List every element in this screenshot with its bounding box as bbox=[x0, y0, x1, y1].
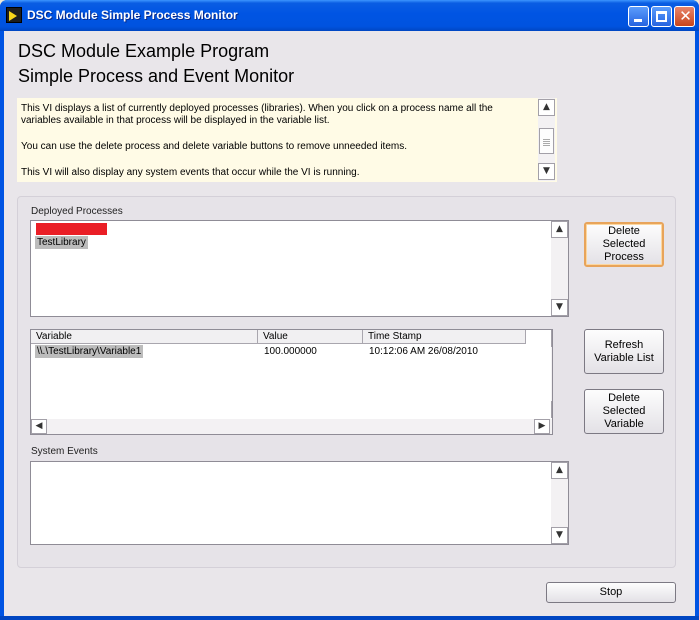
minimize-icon bbox=[634, 19, 642, 22]
maximize-icon bbox=[656, 11, 667, 22]
system-events-textbox[interactable]: ▲ ▼ bbox=[30, 461, 569, 545]
value-cell: 100.000000 bbox=[264, 346, 317, 357]
variables-horizontal-scrollbar[interactable]: ◀ ▶ bbox=[31, 419, 552, 434]
scroll-down-icon[interactable]: ▼ bbox=[538, 163, 555, 180]
refresh-variable-list-button[interactable]: Refresh Variable List bbox=[584, 329, 664, 374]
description-textbox[interactable]: This VI displays a list of currently dep… bbox=[17, 98, 557, 182]
scroll-left-icon[interactable]: ◀ bbox=[31, 419, 47, 434]
window-title: DSC Module Simple Process Monitor bbox=[27, 8, 238, 22]
variables-multicolumn-list[interactable]: Variable Value Time Stamp \\.\TestLibrar… bbox=[30, 329, 553, 435]
title-bar[interactable]: DSC Module Simple Process Monitor ✕ bbox=[0, 0, 699, 31]
scroll-right-icon[interactable]: ▶ bbox=[534, 419, 550, 434]
highlighted-process-item[interactable] bbox=[36, 223, 107, 235]
column-header-timestamp[interactable]: Time Stamp bbox=[363, 330, 526, 344]
description-scrollbar[interactable]: ▲ ▼ bbox=[538, 98, 555, 181]
deployed-processes-listbox[interactable]: TestLibrary ▲ ▼ bbox=[30, 220, 569, 317]
delete-selected-variable-button[interactable]: Delete Selected Variable bbox=[584, 389, 664, 434]
scroll-up-icon[interactable]: ▲ bbox=[551, 462, 568, 479]
system-events-label: System Events bbox=[31, 446, 98, 457]
labview-app-icon bbox=[6, 7, 22, 23]
scroll-down-icon[interactable]: ▼ bbox=[551, 299, 568, 316]
page-title: DSC Module Example Program bbox=[18, 41, 270, 61]
scroll-up-icon[interactable]: ▲ bbox=[538, 99, 555, 116]
timestamp-cell: 10:12:06 AM 26/08/2010 bbox=[369, 346, 478, 357]
page-subtitle: Simple Process and Event Monitor bbox=[18, 66, 295, 86]
scroll-up-icon[interactable]: ▲ bbox=[551, 221, 568, 238]
maximize-button[interactable] bbox=[651, 6, 672, 27]
variables-vertical-scrollbar[interactable]: ▲ ▼ bbox=[551, 330, 552, 418]
close-icon: ✕ bbox=[679, 7, 692, 25]
column-header-value[interactable]: Value bbox=[258, 330, 363, 344]
description-paragraph-2: You can use the delete process and delet… bbox=[21, 141, 408, 152]
column-header-variable[interactable]: Variable bbox=[31, 330, 258, 344]
scroll-thumb[interactable] bbox=[539, 128, 554, 154]
deployed-processes-label: Deployed Processes bbox=[31, 206, 123, 217]
events-scrollbar[interactable]: ▲ ▼ bbox=[551, 462, 568, 544]
scroll-up-icon[interactable]: ▲ bbox=[551, 330, 552, 347]
window-bottom-border bbox=[0, 616, 699, 620]
application-window: DSC Module Simple Process Monitor ✕ DSC … bbox=[0, 0, 699, 620]
front-panel: DSC Module Example Program Simple Proces… bbox=[4, 31, 695, 616]
delete-selected-process-button[interactable]: Delete Selected Process bbox=[584, 222, 664, 267]
close-button[interactable]: ✕ bbox=[674, 6, 695, 27]
scroll-down-icon[interactable]: ▼ bbox=[551, 527, 568, 544]
description-paragraph-1: This VI displays a list of currently dep… bbox=[21, 103, 493, 126]
scroll-down-icon[interactable]: ▼ bbox=[551, 401, 552, 418]
minimize-button[interactable] bbox=[628, 6, 649, 27]
variable-cell[interactable]: \\.\TestLibrary\Variable1 bbox=[35, 345, 144, 358]
process-item-testlibrary[interactable]: TestLibrary bbox=[35, 236, 88, 249]
description-paragraph-3: This VI will also display any system eve… bbox=[21, 167, 360, 178]
processes-scrollbar[interactable]: ▲ ▼ bbox=[551, 221, 568, 316]
stop-button[interactable]: Stop bbox=[546, 582, 676, 603]
